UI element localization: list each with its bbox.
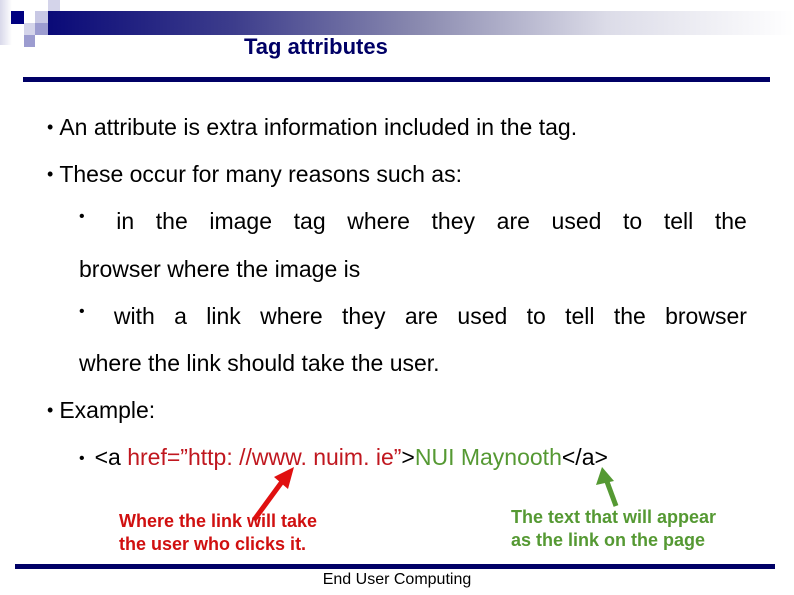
footer-divider	[15, 564, 775, 569]
tag-gt: >	[401, 444, 415, 470]
bullet-icon: •	[79, 303, 85, 320]
decor-square	[24, 35, 35, 47]
word: a	[174, 303, 187, 329]
header-gradient-bar	[48, 11, 794, 35]
word: tag	[293, 208, 326, 234]
word: image	[209, 208, 273, 234]
slide-title: Tag attributes	[244, 34, 388, 59]
word: used	[551, 208, 602, 234]
word: to	[526, 303, 546, 329]
tag-open: <a	[94, 444, 128, 470]
word: the	[155, 208, 188, 234]
bullet-1: • An attribute is extra information inclu…	[47, 114, 578, 140]
word: browser	[665, 303, 747, 329]
sub-bullet-1: • in the image tag where they are used to tell the	[79, 208, 747, 235]
decor-square	[11, 11, 24, 24]
sub-bullet-2-line2: where the link should take the user.	[79, 350, 440, 376]
bullet-icon: •	[79, 208, 85, 225]
decor-square	[24, 23, 35, 35]
word: link	[206, 303, 241, 329]
word: the	[613, 303, 646, 329]
word: with	[113, 303, 155, 329]
sub-bullet-1-line2: browser where the image is	[79, 256, 361, 282]
word: to	[623, 208, 643, 234]
green-arrow-icon	[596, 467, 619, 507]
decor-square	[48, 0, 60, 11]
word: they	[431, 208, 476, 234]
decor-square	[35, 11, 48, 23]
bullet-3: • Example:	[47, 397, 156, 423]
word: where	[347, 208, 410, 234]
bullet-2: • These occur for many reasons such as:	[47, 161, 462, 187]
word: tell	[565, 303, 595, 329]
link-text-annotation: The text that will appear as the link on…	[511, 507, 717, 550]
word: the	[714, 208, 747, 234]
bullet-icon: •	[47, 117, 54, 137]
word: where	[260, 303, 323, 329]
bullet-icon: •	[47, 164, 54, 184]
word: used	[457, 303, 508, 329]
word: tell	[663, 208, 694, 234]
bullet-icon: •	[79, 450, 85, 467]
sub-bullet-2: • with a link where they are used to tell the brows…	[79, 303, 747, 330]
sub-bullet-2-line1: • with a link where they are used to tell the brows…	[79, 303, 747, 330]
word: are	[404, 303, 439, 329]
word: are	[496, 208, 530, 234]
bullet-icon: •	[47, 400, 54, 420]
word: they	[342, 303, 386, 329]
sub-bullet-1-line1: • in the image tag where they are used to tell the	[79, 208, 747, 235]
link-text: NUI Maynooth	[414, 444, 562, 470]
slide-footer: End User Computing	[322, 571, 472, 588]
attribute-annotation: Where the link will take the user who cl…	[119, 511, 318, 554]
example-code: • <a href=”http: //www. nuim. ie”>NUI May…	[79, 444, 608, 471]
title-divider	[23, 77, 770, 82]
decor-square	[35, 23, 48, 35]
word: in	[116, 208, 135, 234]
